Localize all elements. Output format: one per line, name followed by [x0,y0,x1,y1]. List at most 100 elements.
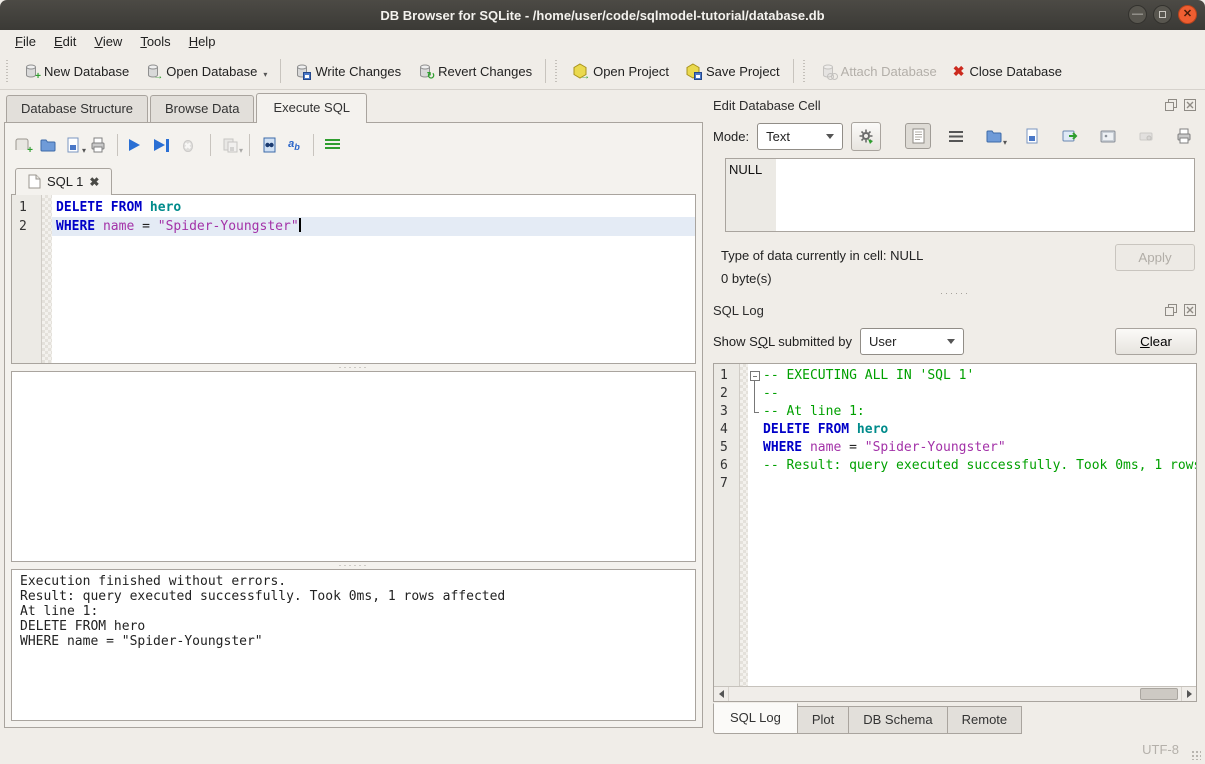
open-in-external-button[interactable] [1057,123,1083,149]
tab-plot[interactable]: Plot [798,706,849,734]
editor-line-numbers: 1 2 [12,195,42,363]
minimize-button[interactable]: — [1128,5,1147,24]
open-sql-file-icon[interactable] [40,137,56,153]
clear-log-button[interactable]: Clear [1115,328,1197,355]
new-database-icon: + [23,63,39,79]
fold-collapse-icon[interactable] [748,367,763,385]
sql-toolbar-separator [249,134,250,156]
close-database-icon: ✖ [953,63,965,79]
float-panel-icon[interactable] [1164,98,1178,112]
replace-text-icon[interactable]: ab [286,137,302,153]
word-wrap-button[interactable] [943,123,969,149]
save-results-icon: ▾ [222,137,238,153]
open-sql-tab-icon[interactable]: + [15,137,31,153]
save-project-button[interactable]: Save Project [677,59,788,83]
export-cell-data-button[interactable] [1019,123,1045,149]
main-toolbar: + New Database → Open Database ▾ Write C… [0,53,1205,90]
float-panel-icon[interactable] [1164,303,1178,317]
sql1-tab[interactable]: SQL 1 ✖ [15,168,112,195]
toolbar-drag-handle[interactable] [6,60,11,82]
toolbar-drag-handle[interactable] [803,60,808,82]
print-sql-icon[interactable] [90,137,106,153]
import-cell-data-button[interactable]: ▾ [981,123,1007,149]
revert-changes-icon: ↻ [417,63,433,79]
print-cell-button[interactable] [1171,123,1197,149]
editor-results-splitter[interactable]: ······ [11,364,696,371]
log-line: -- [748,385,1196,403]
open-database-button[interactable]: → Open Database ▾ [137,59,275,83]
close-button[interactable]: ✕ [1178,5,1197,24]
apply-button: Apply [1115,244,1195,271]
export-arrow-icon [1062,128,1078,144]
tab-sql-log[interactable]: SQL Log [713,703,798,734]
main-area: Database Structure Browse Data Execute S… [0,90,1205,734]
stop-execution-icon: ✖ [183,137,199,153]
open-file-icon: ▾ [986,128,1002,144]
save-sql-dropdown-icon[interactable]: ▾ [82,147,86,155]
find-in-sql-icon[interactable] [261,137,277,153]
attach-database-icon [820,63,836,79]
menu-file[interactable]: File [6,32,45,51]
copy-image-button[interactable] [1095,123,1121,149]
close-panel-icon[interactable] [1183,98,1197,112]
tab-database-structure[interactable]: Database Structure [6,95,148,122]
tab-db-schema[interactable]: DB Schema [849,706,947,734]
attach-database-button: Attach Database [812,59,945,83]
results-grid[interactable] [11,371,696,562]
sql-log-title: SQL Log [713,303,1159,318]
open-database-dropdown-icon[interactable]: ▾ [263,71,267,79]
sql1-tab-close-icon[interactable]: ✖ [89,175,99,189]
maximize-button[interactable] [1153,5,1172,24]
sql-code-editor[interactable]: 1 2 DELETE FROM hero WHERE name = "Spide… [11,194,696,364]
toolbar-separator [545,59,546,83]
save-sql-file-icon[interactable]: ▾ [65,137,81,153]
resize-grip[interactable] [1191,750,1201,760]
scrollbar-thumb[interactable] [1140,688,1178,700]
log-filter-select[interactable]: User [860,328,964,355]
tab-remote[interactable]: Remote [948,706,1023,734]
app-window: DB Browser for SQLite - /home/user/code/… [0,0,1205,764]
open-project-button[interactable]: → Open Project [564,59,677,83]
log-line [748,475,1196,493]
menu-tools[interactable]: Tools [131,32,179,51]
left-pane: Database Structure Browse Data Execute S… [0,90,705,734]
tab-execute-sql[interactable]: Execute SQL [256,93,367,123]
cell-info-row: Type of data currently in cell: NULL 0 b… [721,244,1195,290]
menu-edit[interactable]: Edit [45,32,85,51]
editor-code-area[interactable]: DELETE FROM hero WHERE name = "Spider-Yo… [52,195,695,363]
revert-changes-button[interactable]: ↻ Revert Changes [409,59,540,83]
tab-browse-data[interactable]: Browse Data [150,95,254,122]
window-title: DB Browser for SQLite - /home/user/code/… [0,8,1205,23]
execute-current-line-icon[interactable] [154,137,174,153]
auto-apply-button[interactable] [851,122,881,151]
text-cursor [299,218,301,232]
sql-log-box[interactable]: 1 2 3 4 5 6 7 -- EXECUTING ALL IN 'SQL 1… [713,363,1197,702]
menu-help[interactable]: Help [180,32,225,51]
titlebar[interactable]: DB Browser for SQLite - /home/user/code/… [0,0,1205,30]
write-changes-button[interactable]: Write Changes [286,59,409,83]
scroll-left-icon[interactable] [714,687,729,701]
cell-value-editor[interactable]: NULL [725,158,1195,232]
text-view-button[interactable] [905,123,931,149]
mode-select[interactable]: Text [757,123,843,150]
encoding-indicator[interactable]: UTF-8 [1142,742,1179,757]
document-icon [912,128,925,144]
log-line: DELETE FROM hero [748,421,1196,439]
new-database-button[interactable]: + New Database [15,59,137,83]
cell-editor-content[interactable] [776,159,1194,231]
log-horizontal-scrollbar[interactable] [714,686,1196,701]
cell-editor-toolbar: ▾ [905,123,1197,149]
close-database-button[interactable]: ✖ Close Database [945,59,1070,83]
toolbar-drag-handle[interactable] [555,60,560,82]
execute-all-icon[interactable] [129,137,145,153]
close-panel-icon[interactable] [1183,303,1197,317]
execution-message-pane[interactable]: Execution finished without errors.Result… [11,569,696,721]
format-sql-icon[interactable] [325,137,341,153]
scroll-right-icon[interactable] [1181,687,1196,701]
log-line: -- EXECUTING ALL IN 'SQL 1' [748,367,1196,385]
log-filter-label: Show SQL submitted by [713,334,852,349]
cell-log-splitter[interactable]: ······ [713,290,1197,297]
log-filter-row: Show SQL submitted by User Clear [713,323,1197,359]
results-message-splitter[interactable]: ······ [11,562,696,569]
menu-view[interactable]: View [85,32,131,51]
